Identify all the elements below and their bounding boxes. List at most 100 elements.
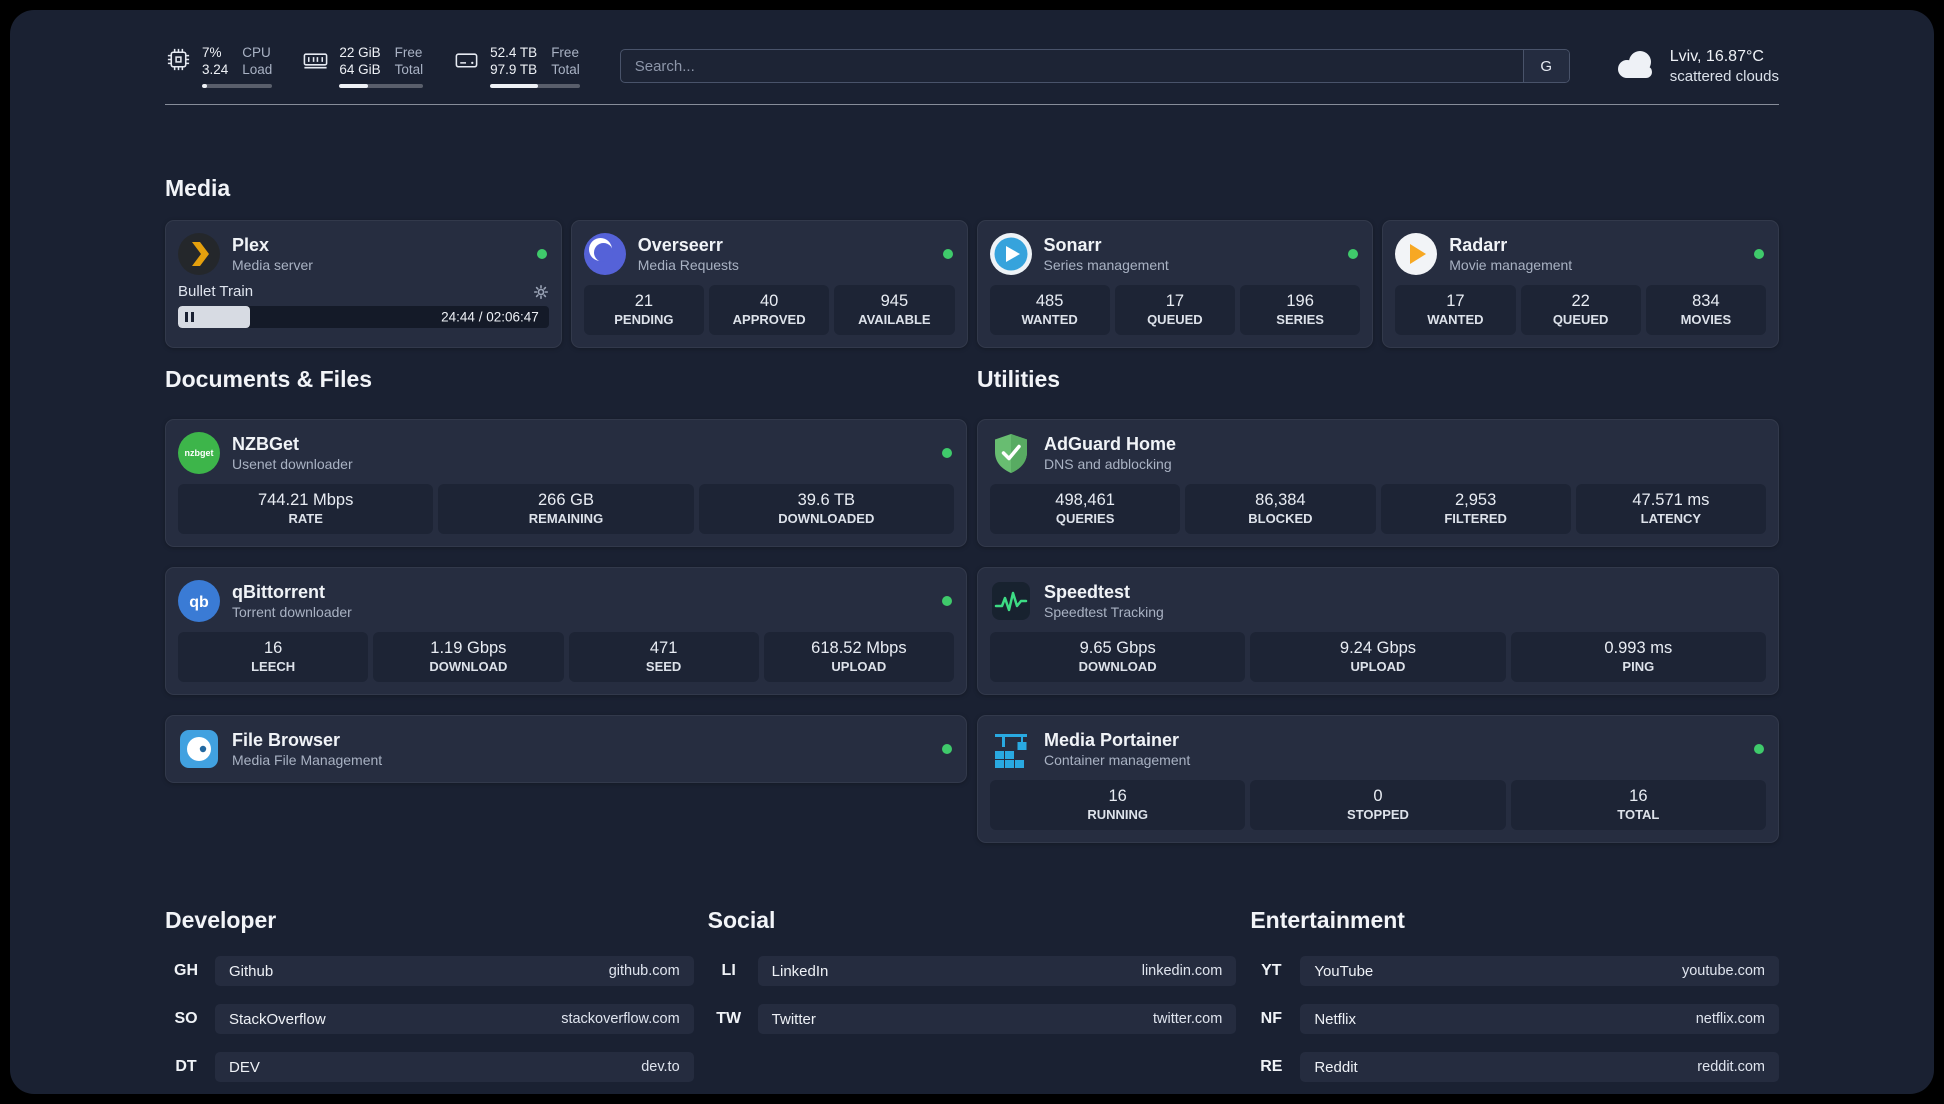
app-card-speedtest[interactable]: Speedtest Speedtest Tracking 9.65 Gbps D… [977,567,1779,695]
stat-value: 16 [1108,787,1127,805]
gear-icon[interactable] [533,284,549,300]
app-card-nzbget[interactable]: nzbget NZBGet Usenet downloader 744.21 M… [165,419,967,547]
stat-label: MOVIES [1680,312,1732,327]
stat-value: 40 [759,292,779,310]
stat-label: PING [1622,659,1655,674]
stat-label: SERIES [1276,312,1324,327]
app-name: Overseerr [637,235,723,255]
app-card-sonarr[interactable]: Sonarr Series management 485 WANTED 17 Q… [976,220,1374,348]
app-card-filebrowser[interactable]: File Browser Media File Management [165,715,967,783]
stat-label: QUERIES [1055,511,1115,526]
stat-value: 9.24 Gbps [1339,639,1417,657]
status-dot [942,249,953,259]
stat-label: DOWNLOAD [1078,659,1157,674]
stat-label: QUEUED [1552,312,1609,327]
ram-meter [339,84,424,88]
app-meta: NZBGet Usenet downloader [232,433,353,473]
bookmark-url: linkedin.com [1141,963,1223,979]
cpu-load-value: 3.24 [202,62,229,77]
app-card-plex[interactable]: Plex Media server Bullet Train 24:44 / 0… [165,220,562,348]
ram-total-label: Total [394,62,424,77]
stat-download: 9.65 Gbps DOWNLOAD [990,632,1246,682]
search-engine-button[interactable]: G [1522,50,1569,82]
cloud-icon [1614,48,1658,85]
app-desc: Media server [232,257,313,273]
playback-progress-bar[interactable]: 24:44 / 02:06:47 [178,306,549,328]
qbittorrent-icon: qb [178,580,220,622]
bookmark-url: netflix.com [1695,1011,1765,1027]
stat-download: 1.19 Gbps DOWNLOAD [373,632,564,682]
stat-value: 17 [1446,292,1465,310]
bookmarks: Developer GH Github github.com SO StackO… [165,907,1779,1094]
bookmark-abbr: NF [1260,1010,1282,1027]
ram-widget: 22 GiB 64 GiB Free Total [302,44,424,88]
portainer-icon [990,728,1032,770]
documents-column: Documents & Files nzbget NZBGet Usenet d [165,348,967,863]
stat-label: APPROVED [732,312,806,327]
stat-value: 744.21 Mbps [257,491,354,509]
system-stats: 7% 3.24 CPU Load 22 GiB 64 GiB Free Tota… [165,44,580,88]
bookmarks-entertainment: Entertainment YT YouTube youtube.com NF … [1250,907,1779,1094]
stat-label: WANTED [1021,312,1078,327]
stat-label: LATENCY [1640,511,1702,526]
bookmarks-social: Social LI LinkedIn linkedin.com TW Twitt… [708,907,1237,1094]
app-name: Radarr [1449,235,1508,255]
ram-readout: 22 GiB 64 GiB Free Total [339,44,424,88]
bookmark-reddit[interactable]: RE Reddit reddit.com [1250,1052,1779,1082]
bookmark-url: youtube.com [1681,963,1765,979]
app-desc: Media File Management [232,752,383,768]
bookmark-stackoverflow[interactable]: SO StackOverflow stackoverflow.com [165,1004,694,1034]
stat-label: DOWNLOAD [429,659,508,674]
stat-label: REMAINING [528,511,604,526]
disk-meter [490,84,580,88]
status-dot [942,596,952,606]
stat-value: 9.65 Gbps [1079,639,1156,657]
stat-value: 21 [634,292,654,310]
cpu-percent: 7% [202,45,222,60]
search-input[interactable] [620,50,1523,82]
app-desc: DNS and adblocking [1044,456,1172,472]
app-card-overseerr[interactable]: Overseerr Media Requests 21 PENDING 40 A… [570,220,968,348]
section-title-developer: Developer [165,907,277,933]
bookmark-name: Github [229,962,274,980]
stat-value: 266 GB [538,491,594,509]
stat-value: 0 [1373,787,1383,805]
bookmark-name: Twitter [771,1010,816,1028]
app-card-radarr[interactable]: Radarr Movie management 17 WANTED 22 QUE… [1382,220,1779,348]
app-card-qbittorrent[interactable]: qb qBittorrent Torrent downloader 16 LEE… [165,567,967,695]
stat-queued: 17 QUEUED [1114,285,1235,335]
stat-label: FILTERED [1444,511,1507,526]
bookmark-twitter[interactable]: TW Twitter twitter.com [708,1004,1237,1034]
disk-free-label: Free [551,45,579,60]
bookmark-github[interactable]: GH Github github.com [165,956,694,986]
stat-series: 196 SERIES [1240,285,1361,335]
bookmark-abbr: DT [175,1058,197,1075]
stat-label: LEECH [251,659,296,674]
bookmark-linkedin[interactable]: LI LinkedIn linkedin.com [708,956,1237,986]
topbar-divider [165,104,1779,105]
nzbget-icon: nzbget [178,432,220,474]
bookmark-dev[interactable]: DT DEV dev.to [165,1052,694,1082]
app-meta: Sonarr Series management [1044,234,1169,274]
ram-icon [302,46,329,88]
dashboard: 7% 3.24 CPU Load 22 GiB 64 GiB Free Tota… [10,10,1934,1094]
plex-icon [178,233,220,275]
search-bar: G [619,49,1570,83]
bookmark-abbr: RE [1260,1058,1283,1075]
bookmark-url: github.com [608,963,680,979]
bookmark-url: dev.to [641,1059,680,1075]
stat-movies: 834 MOVIES [1645,285,1766,335]
section-title-media: Media [165,175,231,201]
app-card-adguard[interactable]: AdGuard Home DNS and adblocking 498,461 … [977,419,1779,547]
app-card-portainer[interactable]: Media Portainer Container management 16 … [977,715,1779,843]
stat-total: 16 TOTAL [1510,780,1766,830]
bookmark-netflix[interactable]: NF Netflix netflix.com [1250,1004,1779,1034]
bookmark-youtube[interactable]: YT YouTube youtube.com [1250,956,1779,986]
stat-label: RATE [288,511,323,526]
cpu-meter-fill [202,84,207,88]
stat-upload: 9.24 Gbps UPLOAD [1250,632,1506,682]
pause-icon[interactable] [185,312,194,322]
bookmark-name: StackOverflow [229,1010,326,1028]
stat-value: 0.993 ms [1604,639,1673,657]
bookmark-url: reddit.com [1697,1059,1765,1075]
